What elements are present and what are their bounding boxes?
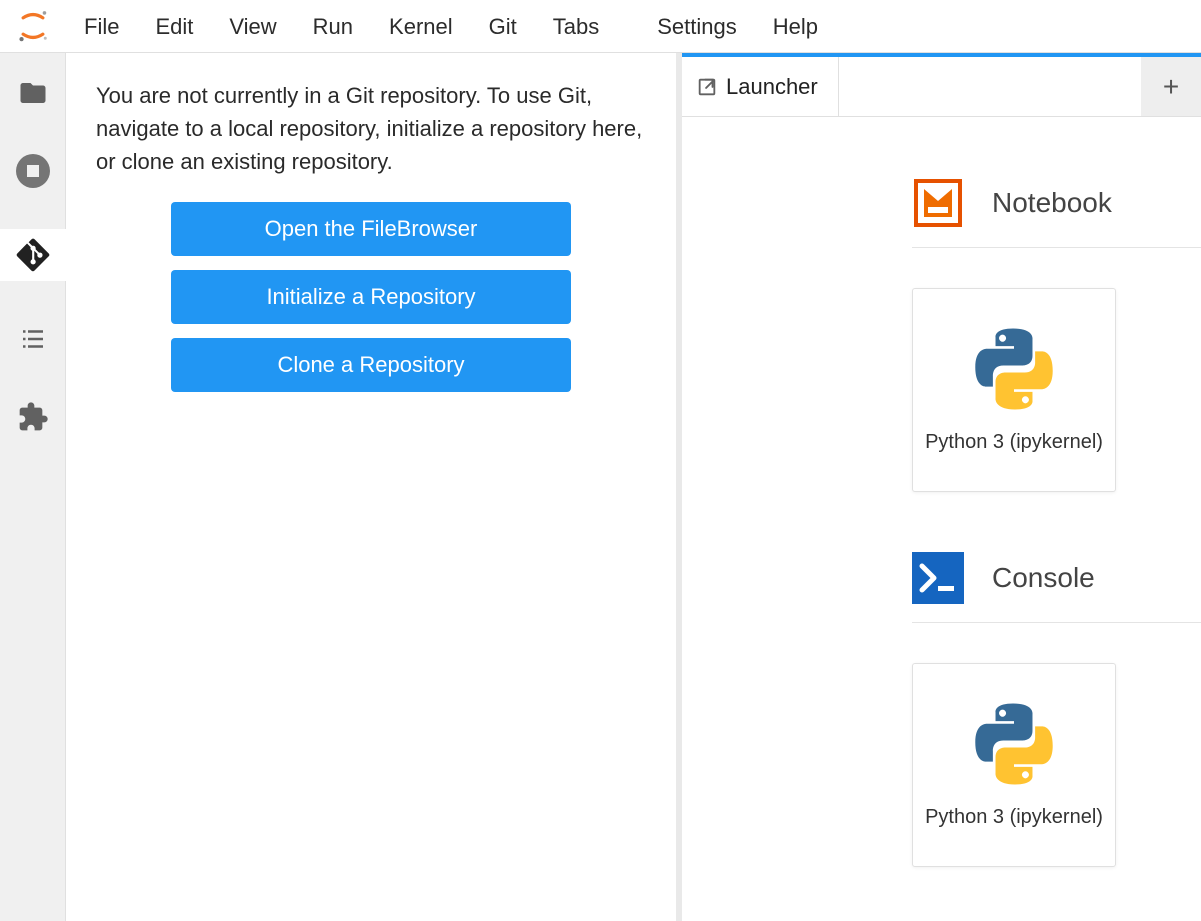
folder-icon [18,78,48,108]
menu-git[interactable]: Git [471,0,535,53]
menu-file[interactable]: File [66,0,137,53]
launcher-section-console: Console Python 3 (ipykernel) [682,552,1201,867]
git-panel: You are not currently in a Git repositor… [66,53,682,921]
card-label: Python 3 (ipykernel) [925,429,1103,455]
launcher-card-notebook-python3[interactable]: Python 3 (ipykernel) [912,288,1116,492]
console-icon [912,552,964,604]
extension-icon [17,401,49,433]
clone-repo-button[interactable]: Clone a Repository [171,338,571,392]
menu-help[interactable]: Help [755,0,836,53]
python-icon [970,700,1058,788]
menu-view[interactable]: View [211,0,294,53]
sidebar-running[interactable] [13,151,53,191]
sidebar-git[interactable] [13,235,53,275]
launcher-section-notebook: Notebook Python 3 (ipykernel) [682,177,1201,492]
sidebar-file-browser[interactable] [13,73,53,113]
launcher-panel: Notebook Python 3 (ipykernel) [682,117,1201,921]
tab-launcher[interactable]: Launcher [682,57,839,116]
python-icon [970,325,1058,413]
section-title: Notebook [992,187,1112,219]
section-title: Console [992,562,1095,594]
git-panel-message: You are not currently in a Git repositor… [96,79,646,178]
tab-bar: Launcher + [682,53,1201,117]
initialize-repo-button[interactable]: Initialize a Repository [171,270,571,324]
launcher-icon [696,76,718,98]
plus-icon: + [1163,71,1179,103]
notebook-icon [912,177,964,229]
open-filebrowser-button[interactable]: Open the FileBrowser [171,202,571,256]
card-label: Python 3 (ipykernel) [925,804,1103,830]
activity-bar [0,53,66,921]
jupyter-logo[interactable] [0,8,66,44]
launcher-card-console-python3[interactable]: Python 3 (ipykernel) [912,663,1116,867]
sidebar-extensions[interactable] [13,397,53,437]
menu-kernel[interactable]: Kernel [371,0,471,53]
menu-run[interactable]: Run [295,0,371,53]
sidebar-toc[interactable] [13,319,53,359]
menu-tabs[interactable]: Tabs [535,0,617,53]
menu-settings[interactable]: Settings [639,0,755,53]
toc-icon [18,324,48,354]
running-icon [16,154,50,188]
git-icon [16,238,50,272]
tab-label: Launcher [726,74,818,100]
menu-edit[interactable]: Edit [137,0,211,53]
menubar: File Edit View Run Kernel Git Tabs Setti… [0,0,1201,53]
add-tab-button[interactable]: + [1141,57,1201,116]
main-area: Launcher + Notebook [682,53,1201,921]
